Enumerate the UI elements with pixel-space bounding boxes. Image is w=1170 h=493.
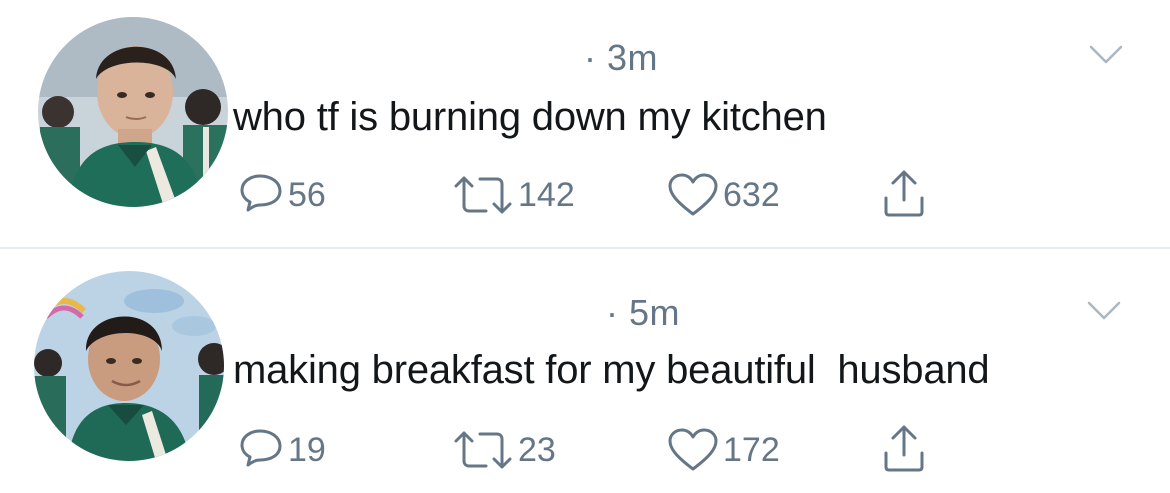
retweet-count: 142 xyxy=(518,175,575,214)
tweet-timestamp[interactable]: · 5m xyxy=(606,292,680,334)
reply-count: 56 xyxy=(288,175,326,214)
share-icon xyxy=(884,425,924,472)
retweet-button[interactable]: 23 xyxy=(452,425,556,475)
retweet-count: 23 xyxy=(518,430,556,469)
tweet-text: who tf is burning down my kitchen xyxy=(233,95,827,139)
retweet-icon xyxy=(454,431,512,469)
retweet-icon xyxy=(454,176,512,214)
like-button[interactable]: 172 xyxy=(667,425,780,475)
tweet-timestamp[interactable]: · 3m xyxy=(584,37,658,79)
reply-button[interactable]: 19 xyxy=(238,425,326,475)
avatar-photo xyxy=(34,271,224,461)
avatar[interactable] xyxy=(34,271,224,461)
share-button[interactable] xyxy=(882,423,926,473)
retweet-button[interactable]: 142 xyxy=(452,170,575,220)
reply-icon xyxy=(240,174,282,212)
share-icon xyxy=(884,170,924,217)
tweet-2: · 5m making breakfast for my beautiful h… xyxy=(0,249,1170,493)
reply-icon xyxy=(240,429,282,467)
chevron-down-icon[interactable] xyxy=(1088,44,1124,66)
reply-button[interactable]: 56 xyxy=(238,170,326,220)
tweet-text: making breakfast for my beautiful husban… xyxy=(233,348,990,392)
share-button[interactable] xyxy=(882,168,926,218)
heart-icon xyxy=(668,428,718,471)
heart-icon xyxy=(668,173,718,216)
chevron-down-icon[interactable] xyxy=(1086,300,1122,322)
reply-count: 19 xyxy=(288,430,326,469)
avatar[interactable] xyxy=(38,17,228,207)
like-count: 632 xyxy=(723,175,780,214)
like-count: 172 xyxy=(723,430,780,469)
like-button[interactable]: 632 xyxy=(667,170,780,220)
tweet-1: · 3m who tf is burning down my kitchen 5… xyxy=(0,0,1170,247)
avatar-photo xyxy=(38,17,228,207)
